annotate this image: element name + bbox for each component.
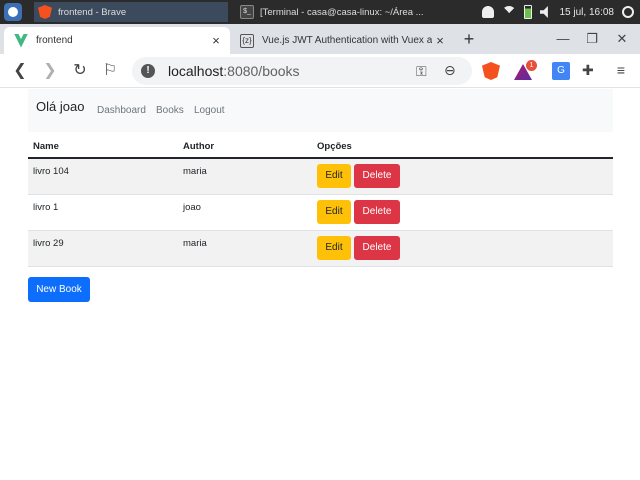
book-author: maria — [178, 230, 312, 267]
key-icon[interactable]: ⚿ — [416, 63, 427, 80]
column-header-author: Author — [178, 136, 312, 159]
table-row: livro 104 maria Edit Delete — [28, 158, 613, 195]
forward-icon[interactable]: ❯ — [40, 61, 60, 81]
book-name: livro 1 — [28, 194, 178, 231]
nav-link-books[interactable]: Books — [156, 105, 184, 116]
tab-frontend[interactable]: frontend × — [4, 27, 230, 54]
books-table: Name Author Opções livro 104 maria Edit D… — [28, 136, 613, 267]
clock[interactable]: 15 jul, 16:08 — [560, 7, 615, 18]
book-author: maria — [178, 158, 312, 195]
zoom-out-icon[interactable]: ⊖ — [444, 62, 456, 79]
taskbar-task-terminal[interactable]: $_ [Terminal - casa@casa-linux: ~/Área .… — [236, 2, 436, 22]
minimize-icon[interactable]: — — [554, 30, 572, 48]
close-tab-icon[interactable]: × — [208, 33, 224, 48]
edit-button[interactable]: Edit — [317, 199, 351, 224]
reload-icon[interactable]: ↻ — [70, 61, 90, 81]
url-text[interactable]: localhost:8080/books — [168, 63, 300, 79]
site-info-icon[interactable]: ! — [141, 64, 155, 78]
row-actions: Edit Delete — [312, 158, 613, 195]
book-name: livro 104 — [28, 158, 178, 195]
book-author: joao — [178, 194, 312, 231]
edit-button[interactable]: Edit — [317, 164, 351, 188]
tab-vue-jwt[interactable]: {z} Vue.js JWT Authentication with Vuex … — [230, 27, 454, 54]
delete-button[interactable]: Delete — [354, 235, 400, 260]
row-actions: Edit Delete — [312, 230, 613, 267]
edit-button[interactable]: Edit — [317, 235, 351, 260]
new-tab-button[interactable]: + — [459, 30, 479, 50]
browser-toolbar: ❮ ❯ ↻ ⚐ ! localhost:8080/books ⚿ ⊖ 1 G ✚… — [0, 54, 640, 88]
user-greeting: Olá joao — [36, 99, 85, 114]
tab-title: frontend — [36, 35, 73, 46]
vue-icon — [14, 33, 28, 48]
power-icon[interactable] — [622, 6, 634, 18]
new-book-button[interactable]: New Book — [28, 277, 90, 302]
app-navbar: Olá joao Dashboard Books Logout — [28, 89, 613, 132]
system-tray: 15 jul, 16:08 — [481, 0, 640, 24]
battery-icon[interactable] — [523, 5, 532, 19]
column-header-name: Name — [28, 136, 178, 159]
nav-link-logout[interactable]: Logout — [194, 105, 225, 116]
page-content: Olá joao Dashboard Books Logout Name Aut… — [0, 89, 640, 480]
brave-icon — [38, 5, 52, 19]
brave-shield-icon[interactable] — [482, 62, 500, 80]
taskbar-task-label: frontend - Brave — [58, 6, 127, 18]
address-bar[interactable]: ! localhost:8080/books ⚿ ⊖ — [132, 57, 472, 85]
close-tab-icon[interactable]: × — [432, 33, 448, 48]
close-window-icon[interactable]: ✕ — [613, 30, 631, 48]
bookmark-icon[interactable]: ⚐ — [100, 61, 120, 81]
taskbar-task-brave[interactable]: frontend - Brave — [34, 2, 228, 22]
nav-link-dashboard[interactable]: Dashboard — [97, 105, 146, 116]
app-menu-icon[interactable] — [4, 3, 22, 21]
table-header-row: Name Author Opções — [28, 136, 613, 159]
row-actions: Edit Delete — [312, 194, 613, 231]
book-name: livro 29 — [28, 230, 178, 267]
delete-button[interactable]: Delete — [354, 164, 400, 188]
notification-bell-icon[interactable] — [481, 6, 494, 18]
taskbar-task-label: [Terminal - casa@casa-linux: ~/Área ... — [260, 6, 424, 18]
table-row: livro 1 joao Edit Delete — [28, 194, 613, 231]
table-row: livro 29 maria Edit Delete — [28, 230, 613, 267]
column-header-options: Opções — [312, 136, 613, 159]
volume-icon[interactable] — [539, 6, 548, 18]
back-icon[interactable]: ❮ — [10, 61, 30, 81]
wifi-icon[interactable] — [501, 6, 516, 20]
menu-icon[interactable]: ≡ — [612, 62, 630, 80]
site-icon: {z} — [240, 33, 254, 48]
terminal-icon: $_ — [240, 5, 254, 19]
rewards-badge: 1 — [526, 60, 537, 71]
extensions-icon[interactable]: ✚ — [582, 62, 600, 80]
delete-button[interactable]: Delete — [354, 199, 400, 224]
browser-tab-strip: frontend × {z} Vue.js JWT Authentication… — [0, 24, 640, 54]
os-taskbar: frontend - Brave $_ [Terminal - casa@cas… — [0, 0, 640, 24]
restore-icon[interactable]: ❐ — [583, 30, 601, 48]
translate-icon[interactable]: G — [552, 62, 570, 80]
tab-title: Vue.js JWT Authentication with Vuex and … — [262, 35, 432, 46]
